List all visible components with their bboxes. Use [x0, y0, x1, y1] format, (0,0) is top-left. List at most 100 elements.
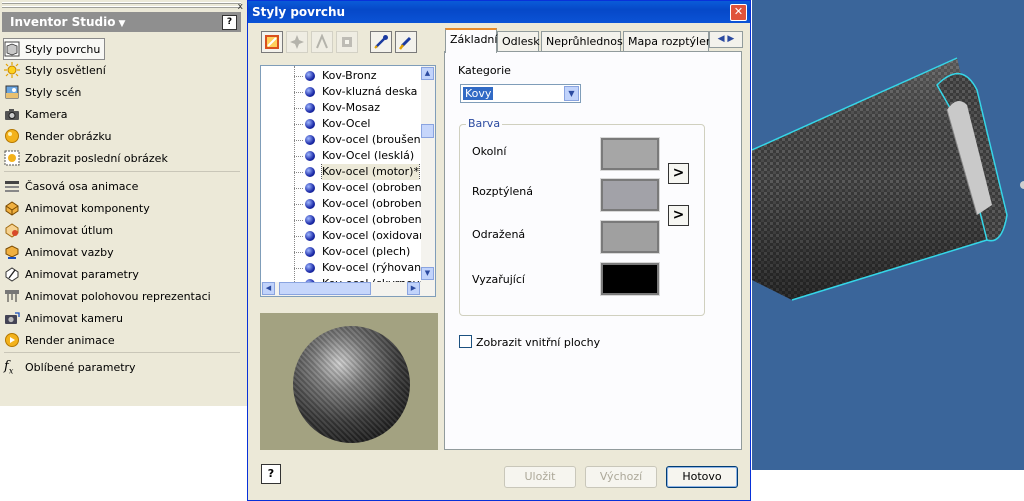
- save-button[interactable]: Uložit: [504, 466, 576, 488]
- panel-item-animation-timeline[interactable]: Časová osa animace: [4, 176, 138, 196]
- style-list-item-label: Kov-kluzná deska: [322, 85, 418, 98]
- panel-item-scene-styles[interactable]: Styly scén: [4, 82, 81, 102]
- default-button[interactable]: Výchozí: [585, 466, 657, 488]
- style-list-item[interactable]: Kov-kluzná deska: [261, 84, 425, 100]
- panel-header[interactable]: Inventor Studio ▼ ?: [2, 12, 241, 32]
- chevron-down-icon[interactable]: ▼: [118, 19, 125, 29]
- panel-close-icon[interactable]: x: [238, 2, 243, 12]
- panel-item-show-last-image[interactable]: Zobrazit poslední obrázek: [4, 148, 168, 168]
- style-list-item-label: Kov-ocel (broušená): [322, 133, 425, 146]
- model-cylinder[interactable]: [752, 0, 1024, 470]
- panel-item-favorite-parameters[interactable]: fx Oblíbené parametry: [4, 357, 136, 377]
- panel-item-animate-positional[interactable]: Animovat polohovou reprezentaci: [4, 286, 211, 306]
- ambient-color-swatch[interactable]: [600, 137, 660, 171]
- ambient-label: Okolní: [472, 145, 507, 158]
- copy-to-specular-button[interactable]: >: [668, 205, 689, 226]
- timeline-icon: [4, 178, 20, 194]
- style-list-item[interactable]: Kov-ocel (oxidovaná: [261, 228, 425, 244]
- tree-branch: [294, 124, 303, 126]
- list-vertical-scrollbar[interactable]: ▲ ▼: [421, 66, 435, 282]
- apply-color-button[interactable]: [395, 31, 417, 53]
- show-inner-faces-checkbox[interactable]: [459, 335, 472, 348]
- panel-item-label: Kamera: [25, 107, 68, 121]
- copy-to-diffuse-button[interactable]: >: [668, 163, 689, 184]
- export-style-button[interactable]: [336, 31, 358, 53]
- style-list-item[interactable]: Kov-ocel (obrobená_: [261, 180, 425, 196]
- scroll-thumb-h[interactable]: [279, 282, 371, 295]
- diffuse-color-swatch[interactable]: [600, 178, 660, 212]
- tab-diffuse-map[interactable]: Mapa rozptýlení: [623, 31, 716, 51]
- scroll-thumb[interactable]: [421, 124, 434, 138]
- new-style-button[interactable]: [261, 31, 283, 53]
- style-list[interactable]: Kov-Bronz Kov-kluzná deska Kov-Mosaz Kov-Oc…: [260, 65, 436, 297]
- material-sphere-icon: [305, 103, 315, 113]
- category-select[interactable]: Kovy ▼: [460, 84, 581, 103]
- style-list-item[interactable]: Kov-ocel (rýhovaná): [261, 260, 425, 276]
- scroll-left-icon[interactable]: ◀: [262, 282, 275, 295]
- panel-item-label: Render obrázku: [25, 129, 112, 143]
- category-label: Kategorie: [458, 64, 511, 77]
- panel-item-surface-styles[interactable]: Styly povrchu: [3, 38, 106, 60]
- panel-item-camera[interactable]: Kamera: [4, 104, 68, 124]
- style-list-item[interactable]: Kov-ocel (obrobená_: [261, 196, 425, 212]
- specular-color-swatch[interactable]: [600, 220, 660, 254]
- panel-item-animate-components[interactable]: Animovat komponenty: [4, 198, 150, 218]
- render-animation-icon: [4, 332, 20, 348]
- tree-branch: [294, 140, 303, 142]
- style-list-item[interactable]: Kov-Ocel: [261, 116, 425, 132]
- panel-grip[interactable]: [2, 2, 241, 4]
- style-list-item[interactable]: Kov-ocel (obrobená_: [261, 212, 425, 228]
- purge-style-button[interactable]: [286, 31, 308, 53]
- panel-item-label: Animovat komponenty: [25, 201, 150, 215]
- panel-item-label: Styly povrchu: [25, 42, 101, 56]
- tab-scroll-arrows[interactable]: ◀ ▶: [709, 31, 743, 48]
- help-icon[interactable]: ?: [261, 464, 281, 484]
- list-horizontal-scrollbar[interactable]: ◀ ▶: [261, 282, 435, 296]
- style-list-item[interactable]: Kov-Bronz: [261, 68, 425, 84]
- done-button[interactable]: Hotovo: [666, 466, 738, 488]
- tab-opacity[interactable]: Neprůhlednost: [541, 31, 627, 51]
- panel-title: Inventor Studio: [10, 15, 116, 29]
- panel-item-lighting-styles[interactable]: Styly osvětlení: [4, 60, 106, 80]
- import-style-button[interactable]: [311, 31, 333, 53]
- tab-basic[interactable]: Základní: [445, 28, 497, 53]
- style-list-item-label: Kov-Ocel (lesklá): [322, 149, 415, 162]
- panel-item-label: Zobrazit poslední obrázek: [25, 151, 168, 165]
- style-list-item[interactable]: Kov-Mosaz: [261, 100, 425, 116]
- help-icon[interactable]: ?: [222, 15, 237, 30]
- panel-item-animate-constraints[interactable]: Animovat vazby: [4, 242, 114, 262]
- scroll-up-icon[interactable]: ▲: [421, 67, 434, 80]
- camera-icon: [4, 106, 20, 122]
- panel-grip-2[interactable]: [2, 6, 241, 8]
- scroll-down-icon[interactable]: ▼: [421, 267, 434, 280]
- emissive-color-swatch[interactable]: [600, 262, 660, 296]
- tab-specular[interactable]: Odlesk: [497, 31, 540, 51]
- scene-icon: [4, 84, 20, 100]
- close-icon[interactable]: ✕: [730, 4, 747, 21]
- panel-item-animate-camera[interactable]: Animovat kameru: [4, 308, 123, 328]
- pick-color-button[interactable]: [370, 31, 392, 53]
- panel-item-label: Animovat parametry: [25, 267, 139, 281]
- paintbrush-icon: [399, 36, 412, 50]
- animate-fade-icon: [4, 222, 20, 238]
- dialog-title-bar[interactable]: Styly povrchu ✕: [248, 1, 750, 23]
- tab-page-basic: Kategorie Kovy ▼ Barva Okolní > Rozptýle…: [444, 51, 742, 450]
- panel-item-animate-fade[interactable]: Animovat útlum: [4, 220, 113, 240]
- model-viewport[interactable]: [752, 0, 1024, 501]
- style-list-item[interactable]: Kov-ocel (motor)*: [261, 164, 425, 180]
- scroll-right-icon[interactable]: ▶: [407, 282, 420, 295]
- render-image-icon: [4, 128, 20, 144]
- panel-item-render-image[interactable]: Render obrázku: [4, 126, 111, 146]
- style-list-item[interactable]: Kov-ocel (broušená): [261, 132, 425, 148]
- specular-label: Odražená: [472, 228, 526, 241]
- panel-item-animate-parameters[interactable]: Animovat parametry: [4, 264, 139, 284]
- panel-item-render-animation[interactable]: Render animace: [4, 330, 115, 350]
- style-list-item-label: Kov-Mosaz: [322, 101, 381, 114]
- material-sphere-icon: [305, 167, 315, 177]
- import-icon: [316, 34, 328, 49]
- style-list-item[interactable]: Kov-Ocel (lesklá): [261, 148, 425, 164]
- panel-item-label: Animovat kameru: [25, 311, 123, 325]
- chevron-down-icon[interactable]: ▼: [564, 86, 579, 101]
- animate-constraints-icon: [4, 244, 20, 260]
- style-list-item[interactable]: Kov-ocel (plech): [261, 244, 425, 260]
